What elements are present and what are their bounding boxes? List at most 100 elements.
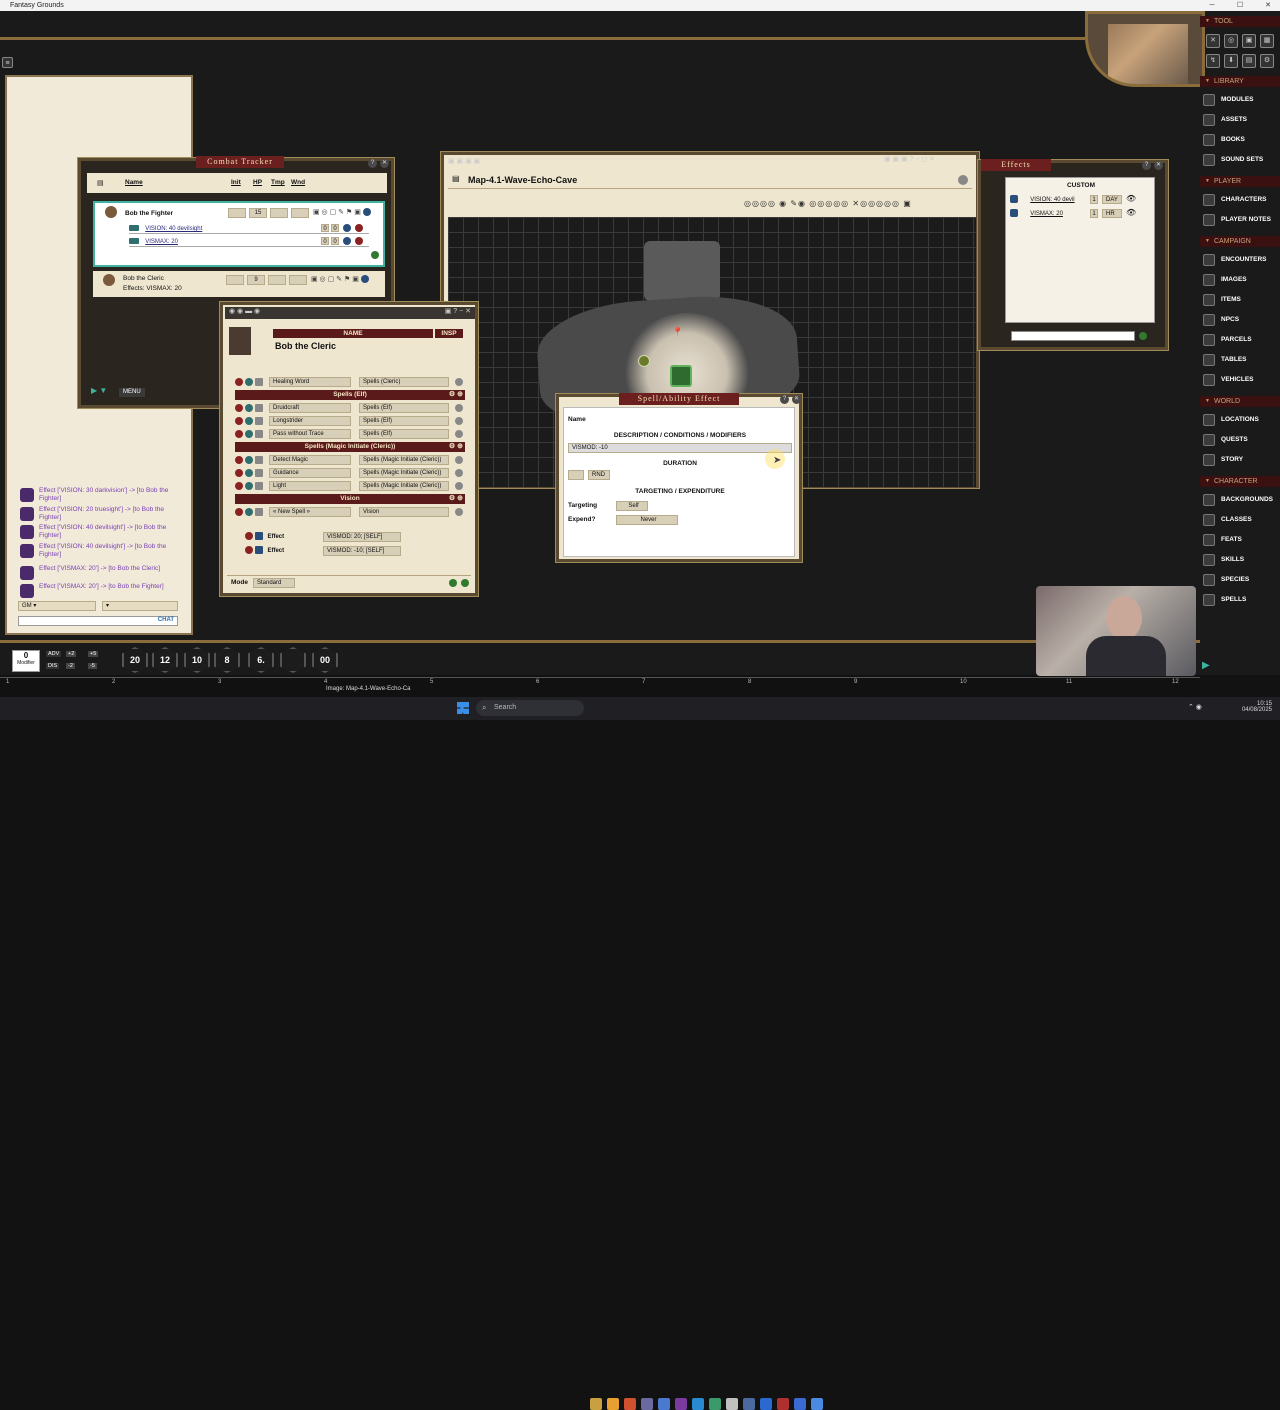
app-icon[interactable]: [607, 1398, 619, 1410]
app-icon[interactable]: [726, 1398, 738, 1410]
app-icon[interactable]: [709, 1398, 721, 1410]
tool-icon[interactable]: ▣: [1242, 34, 1256, 48]
col-tmp[interactable]: Tmp: [271, 179, 285, 186]
sidebar-item-items[interactable]: ITEMS: [1200, 291, 1280, 309]
hotkey-number[interactable]: 1: [6, 679, 9, 685]
ct-effect-label[interactable]: VISMAX: 20: [145, 239, 178, 245]
cast-icon[interactable]: [461, 579, 469, 587]
spell-name[interactable]: Pass without Trace: [269, 429, 351, 439]
targeting-select[interactable]: Self: [616, 501, 648, 511]
sidebar-item-assets[interactable]: ASSETS: [1200, 111, 1280, 129]
hotkey-number[interactable]: 7: [642, 679, 645, 685]
hotkey-number[interactable]: 3: [218, 679, 221, 685]
ct-effect-a[interactable]: 0: [321, 237, 329, 245]
col-hp[interactable]: HP: [253, 179, 262, 186]
visibility-icon[interactable]: 👁: [1126, 208, 1136, 217]
ct-effect-row[interactable]: VISMAX: 20 0 0: [129, 236, 369, 247]
tool-icon[interactable]: ↯: [1206, 54, 1220, 68]
spell-row-icons[interactable]: [235, 455, 264, 464]
ct-row-cleric[interactable]: Bob the Cleric Effects: VISMAX: 20 9 ▣ ◎…: [93, 271, 385, 297]
plus5-button[interactable]: +5: [88, 651, 99, 657]
spell-cast-icon[interactable]: [455, 378, 463, 386]
effect-row[interactable]: Effect VISMOD: -10; [SELF]: [245, 545, 465, 557]
col-init[interactable]: Init: [231, 179, 241, 186]
close-icon[interactable]: ✕: [792, 395, 801, 404]
app-icon[interactable]: [590, 1398, 602, 1410]
hotkey-number[interactable]: 6: [536, 679, 539, 685]
tool-icon[interactable]: ▦: [1260, 34, 1274, 48]
hotkey-number[interactable]: 11: [1066, 679, 1072, 685]
spell-cast-icon[interactable]: [455, 417, 463, 425]
tool-icon[interactable]: ▤: [1242, 54, 1256, 68]
sidebar-item-characters[interactable]: CHARACTERS: [1200, 191, 1280, 209]
spell-cast-icon[interactable]: [455, 404, 463, 412]
spell-cast-icon[interactable]: [455, 469, 463, 477]
map-window-controls[interactable]: ▣ ▣ ▣ ▣: [448, 157, 480, 165]
portrait[interactable]: [229, 327, 251, 355]
hotkey-number[interactable]: 10: [960, 679, 967, 685]
tool-icon[interactable]: ◎: [1224, 34, 1238, 48]
sidebar-item-tables[interactable]: TABLES: [1200, 351, 1280, 369]
close-icon[interactable]: ✕: [1256, 0, 1280, 11]
wnd-field[interactable]: [289, 275, 307, 285]
spell-name[interactable]: « New Spell »: [269, 507, 351, 517]
spell-row-icons[interactable]: [235, 429, 264, 438]
delete-effect-icon[interactable]: [355, 224, 363, 232]
app-icon[interactable]: [692, 1398, 704, 1410]
sidebar-item-skills[interactable]: SKILLS: [1200, 551, 1280, 569]
effect-target-icon[interactable]: [343, 224, 351, 232]
ct-menu-icon[interactable]: ▤: [97, 179, 104, 187]
charsheet-window-controls[interactable]: ▣ ? − ✕: [445, 307, 471, 315]
next-turn-icon[interactable]: ▶ ▼: [91, 386, 107, 395]
expend-select[interactable]: Never: [616, 515, 678, 525]
confirm-icon[interactable]: [449, 579, 457, 587]
hp-field[interactable]: 15: [249, 208, 267, 218]
spell-name[interactable]: Druidcraft: [269, 403, 351, 413]
sidebar-item-vehicles[interactable]: VEHICLES: [1200, 371, 1280, 389]
wnd-field[interactable]: [291, 208, 309, 218]
spell-row-icons[interactable]: [235, 403, 264, 412]
maximize-icon[interactable]: ☐: [1228, 0, 1252, 11]
ct-effect-a[interactable]: 0: [321, 224, 329, 232]
visibility-icon[interactable]: 👁: [1126, 194, 1136, 203]
effect-count[interactable]: 1: [1090, 195, 1098, 204]
spell-name[interactable]: Guidance: [269, 468, 351, 478]
spell-cast-icon[interactable]: [455, 430, 463, 438]
sidebar-section-world[interactable]: WORLD: [1200, 396, 1280, 407]
tool-icon[interactable]: ⬇: [1224, 54, 1238, 68]
app-icon[interactable]: [641, 1398, 653, 1410]
add-effect-icon[interactable]: [371, 251, 379, 259]
hp-field[interactable]: 9: [247, 275, 265, 285]
spell-source[interactable]: Spells (Magic Initiate (Cleric)): [359, 455, 449, 465]
effect-label[interactable]: VISION: 40 devil: [1030, 197, 1074, 203]
effect-label[interactable]: VISMAX: 20: [1030, 211, 1063, 217]
app-icon[interactable]: [777, 1398, 789, 1410]
init-field[interactable]: [228, 208, 246, 218]
spell-row-icons[interactable]: [235, 468, 264, 477]
spell-cast-icon[interactable]: [455, 482, 463, 490]
ct-effect-row[interactable]: VISION: 40 devilsight 0 0: [129, 223, 369, 234]
adv-button[interactable]: ADV: [46, 651, 62, 657]
effect-row[interactable]: VISMAX: 20 1 HR 👁: [1010, 208, 1150, 219]
sidebar-toggle-icon[interactable]: ≡: [2, 57, 13, 68]
help-icon[interactable]: ?: [780, 395, 789, 404]
dis-button[interactable]: DIS: [46, 663, 60, 669]
gear-icon[interactable]: ⚙: [1260, 54, 1274, 68]
spell-name[interactable]: Healing Word: [269, 377, 351, 387]
spell-source[interactable]: Vision: [359, 507, 449, 517]
sidebar-item-parcels[interactable]: PARCELS: [1200, 331, 1280, 349]
chat-input[interactable]: CHAT: [18, 616, 178, 626]
spell-name[interactable]: Longstrider: [269, 416, 351, 426]
spell-name[interactable]: Light: [269, 481, 351, 491]
spell-row[interactable]: Pass without Trace Spells (Elf): [235, 429, 465, 440]
taskbar-search[interactable]: ⌕ Search: [476, 700, 584, 716]
sidebar-item-species[interactable]: SPECIES: [1200, 571, 1280, 589]
token-icon[interactable]: [638, 355, 650, 367]
close-icon[interactable]: ✕: [380, 159, 389, 168]
effect-row[interactable]: Effect VISMOD: 20; [SELF]: [245, 531, 465, 543]
effect-unit[interactable]: HR: [1102, 209, 1122, 218]
system-tray-icons[interactable]: ⌃ ◉: [1188, 703, 1202, 711]
spell-group-header[interactable]: Spells (Magic Initiate (Cleric)) ⚙ ⊕: [235, 442, 465, 452]
ct-effect-b[interactable]: 0: [331, 237, 339, 245]
hotkey-number[interactable]: 4: [324, 679, 327, 685]
